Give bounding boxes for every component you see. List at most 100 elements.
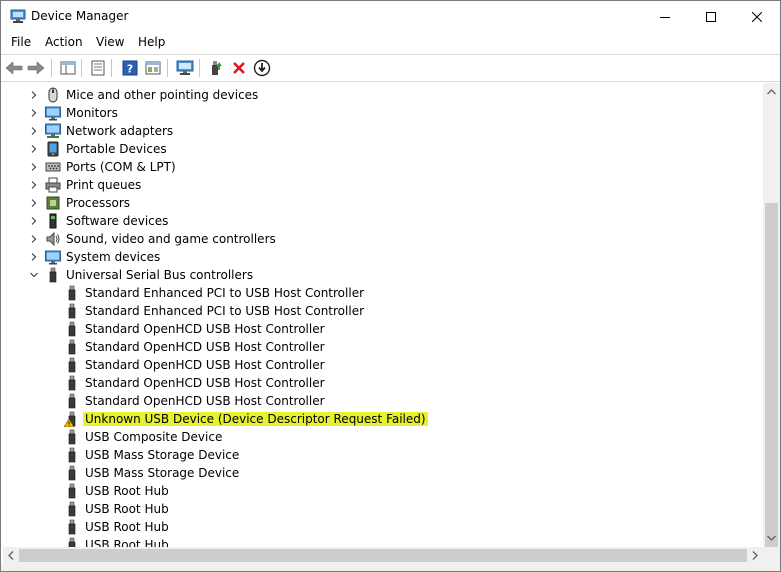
help-button[interactable]: ? xyxy=(120,58,140,78)
device-label: Standard OpenHCD USB Host Controller xyxy=(85,322,325,336)
menu-action[interactable]: Action xyxy=(45,35,83,49)
scrollbar-corner xyxy=(763,547,780,564)
disable-device-icon xyxy=(253,59,271,77)
portable-device-icon xyxy=(45,141,61,157)
horizontal-scrollbar[interactable] xyxy=(3,547,763,564)
back-button[interactable] xyxy=(4,58,24,78)
device-node[interactable]: Standard OpenHCD USB Host Controller xyxy=(3,338,762,356)
device-node[interactable]: USB Root Hub xyxy=(3,500,762,518)
toolbar-separator xyxy=(199,59,200,77)
device-label: USB Root Hub xyxy=(85,538,169,547)
svg-text:?: ? xyxy=(127,63,133,76)
device-category-node[interactable]: Print queues xyxy=(3,176,762,194)
collapse-chevron-icon[interactable] xyxy=(28,269,40,281)
device-node[interactable]: Standard OpenHCD USB Host Controller xyxy=(3,356,762,374)
menu-help[interactable]: Help xyxy=(138,35,165,49)
device-category-node[interactable]: Network adapters xyxy=(3,122,762,140)
show-hidden-devices-button[interactable] xyxy=(143,58,163,78)
expand-chevron-icon[interactable] xyxy=(28,215,40,227)
usb-plug-icon xyxy=(64,375,80,391)
expand-chevron-icon[interactable] xyxy=(28,143,40,155)
minimize-button[interactable] xyxy=(642,1,688,32)
vertical-scroll-thumb[interactable] xyxy=(765,203,778,568)
close-button[interactable] xyxy=(734,1,780,32)
expand-chevron-icon[interactable] xyxy=(28,251,40,263)
usb-plug-icon xyxy=(64,393,80,409)
device-node[interactable]: USB Composite Device xyxy=(3,428,762,446)
forward-button[interactable] xyxy=(26,58,46,78)
uninstall-device-button[interactable] xyxy=(229,58,249,78)
scan-hardware-changes-icon xyxy=(176,60,194,75)
device-node[interactable]: USB Mass Storage Device xyxy=(3,464,762,482)
device-node[interactable]: Standard OpenHCD USB Host Controller xyxy=(3,392,762,410)
device-category-node[interactable]: Software devices xyxy=(3,212,762,230)
expand-chevron-icon[interactable] xyxy=(28,161,40,173)
device-category-node[interactable]: System devices xyxy=(3,248,762,266)
expand-chevron-icon[interactable] xyxy=(28,125,40,137)
device-label: Standard OpenHCD USB Host Controller xyxy=(85,394,325,408)
maximize-icon xyxy=(706,11,716,22)
properties-button[interactable] xyxy=(88,58,108,78)
device-label: USB Root Hub xyxy=(85,520,169,534)
scroll-up-arrow-icon xyxy=(767,89,776,95)
device-label: USB Root Hub xyxy=(85,484,169,498)
title-bar[interactable]: Device Manager xyxy=(1,1,780,32)
help-icon: ? xyxy=(122,60,138,76)
device-category-node[interactable]: Sound, video and game controllers xyxy=(3,230,762,248)
expand-chevron-icon[interactable] xyxy=(28,107,40,119)
device-label: Universal Serial Bus controllers xyxy=(66,268,254,282)
monitor-icon xyxy=(45,105,61,121)
printer-icon xyxy=(45,177,61,193)
scan-hardware-changes-button[interactable] xyxy=(175,58,195,78)
processor-icon xyxy=(45,195,61,211)
toolbar-separator xyxy=(81,59,82,77)
device-category-node[interactable]: Ports (COM & LPT) xyxy=(3,158,762,176)
vertical-scrollbar[interactable] xyxy=(763,83,780,568)
expand-chevron-icon[interactable] xyxy=(28,179,40,191)
device-label: Ports (COM & LPT) xyxy=(66,160,176,174)
device-node[interactable]: USB Mass Storage Device xyxy=(3,446,762,464)
menu-file[interactable]: File xyxy=(11,35,31,49)
usb-plug-icon xyxy=(64,465,80,481)
device-label: Standard OpenHCD USB Host Controller xyxy=(85,340,325,354)
network-adapter-icon xyxy=(45,123,61,139)
horizontal-scroll-thumb[interactable] xyxy=(19,549,747,562)
device-node[interactable]: Standard Enhanced PCI to USB Host Contro… xyxy=(3,302,762,320)
device-category-node[interactable]: Processors xyxy=(3,194,762,212)
expand-chevron-icon[interactable] xyxy=(28,89,40,101)
update-driver-button[interactable] xyxy=(206,58,226,78)
status-bar xyxy=(1,564,780,571)
device-node[interactable]: Standard Enhanced PCI to USB Host Contro… xyxy=(3,284,762,302)
device-node[interactable]: Unknown USB Device (Device Descriptor Re… xyxy=(3,410,762,428)
menu-view[interactable]: View xyxy=(96,35,124,49)
minimize-icon xyxy=(660,16,670,18)
show-hide-console-tree-button[interactable] xyxy=(58,58,78,78)
device-node[interactable]: USB Root Hub xyxy=(3,482,762,500)
speaker-icon xyxy=(45,231,61,247)
device-node[interactable]: Standard OpenHCD USB Host Controller xyxy=(3,374,762,392)
toolbar-divider xyxy=(1,81,780,82)
expand-chevron-icon[interactable] xyxy=(28,197,40,209)
toolbar-separator xyxy=(167,59,168,77)
show-hidden-devices-icon xyxy=(145,61,161,75)
usb-plug-icon xyxy=(64,429,80,445)
expand-chevron-icon[interactable] xyxy=(28,233,40,245)
usb-plug-icon xyxy=(64,285,80,301)
device-category-node[interactable]: Universal Serial Bus controllers xyxy=(3,266,762,284)
device-category-node[interactable]: Mice and other pointing devices xyxy=(3,86,762,104)
device-label: Mice and other pointing devices xyxy=(66,88,259,102)
device-node[interactable]: USB Root Hub xyxy=(3,536,762,547)
device-label: Print queues xyxy=(66,178,142,192)
device-category-node[interactable]: Monitors xyxy=(3,104,762,122)
disable-device-button[interactable] xyxy=(252,58,272,78)
device-node[interactable]: USB Root Hub xyxy=(3,518,762,536)
maximize-button[interactable] xyxy=(688,1,734,32)
device-label: USB Root Hub xyxy=(85,502,169,516)
device-node[interactable]: Standard OpenHCD USB Host Controller xyxy=(3,320,762,338)
device-category-node[interactable]: Portable Devices xyxy=(3,140,762,158)
toolbar: ? xyxy=(1,55,780,81)
device-label: Portable Devices xyxy=(66,142,167,156)
device-tree[interactable]: Mice and other pointing devices Monitors N… xyxy=(3,83,762,547)
scroll-down-arrow-icon xyxy=(767,535,776,541)
update-driver-icon xyxy=(212,61,222,75)
